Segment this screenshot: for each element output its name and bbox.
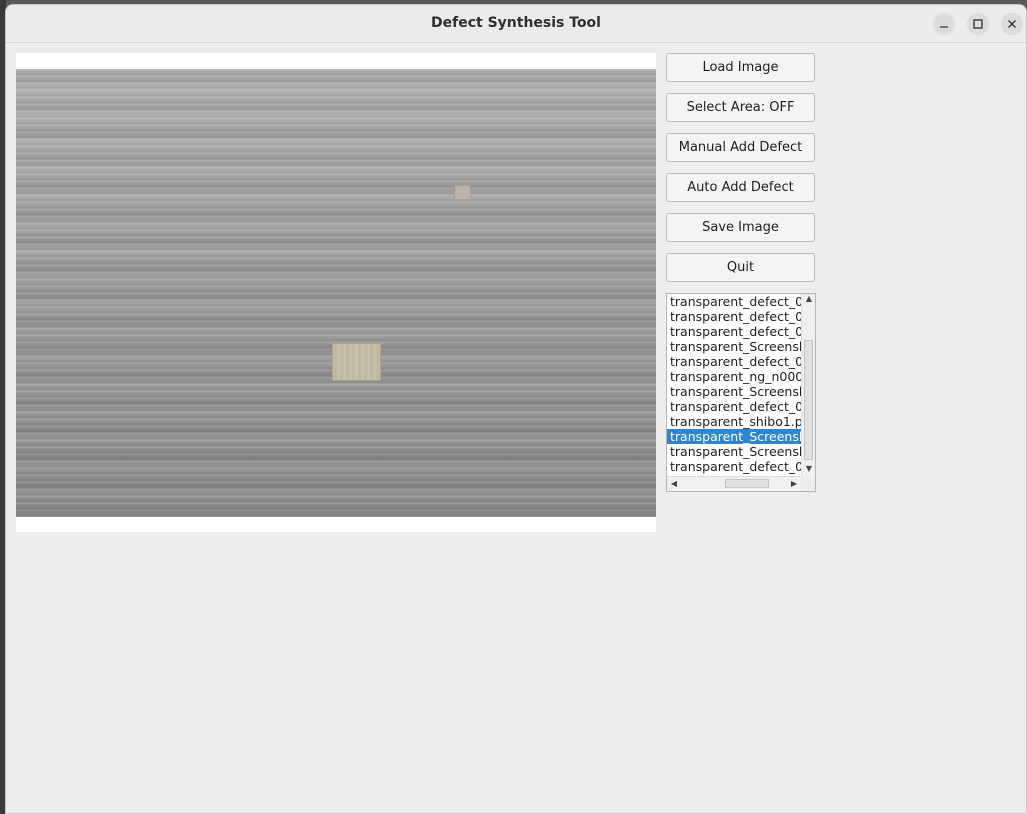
vertical-scroll-thumb[interactable] — [804, 340, 813, 460]
minimize-icon — [940, 26, 948, 28]
defect-patch — [454, 185, 471, 200]
list-item[interactable]: transparent_defect_01 — [667, 459, 801, 474]
list-item[interactable]: transparent_defect_03 — [667, 294, 801, 309]
title-bar[interactable]: Defect Synthesis Tool — [6, 5, 1026, 43]
scroll-right-arrow-icon[interactable]: ▶ — [787, 479, 801, 488]
maximize-button[interactable] — [967, 13, 989, 35]
load-image-button[interactable]: Load Image — [666, 53, 815, 82]
minimize-button[interactable] — [933, 13, 955, 35]
scroll-down-arrow-icon[interactable]: ▼ — [802, 464, 815, 473]
auto-add-defect-button[interactable]: Auto Add Defect — [666, 173, 815, 202]
list-item[interactable]: transparent_Screensh — [667, 384, 801, 399]
list-item[interactable]: transparent_Screensh — [667, 339, 801, 354]
scroll-up-arrow-icon[interactable]: ▲ — [802, 294, 815, 303]
list-item[interactable]: transparent_Screensh — [667, 444, 801, 459]
quit-button[interactable]: Quit — [666, 253, 815, 282]
vertical-scrollbar[interactable]: ▲ ▼ — [801, 294, 815, 476]
scroll-left-arrow-icon[interactable]: ◀ — [667, 479, 681, 488]
loaded-image[interactable] — [16, 69, 656, 517]
list-item[interactable]: transparent_defect_01 — [667, 309, 801, 324]
list-item[interactable]: transparent_defect_01 — [667, 324, 801, 339]
list-item[interactable]: transparent_defect_02 — [667, 354, 801, 369]
list-item-selected[interactable]: transparent_Screensh — [667, 429, 801, 444]
list-item[interactable]: transparent_shibo1.pn — [667, 414, 801, 429]
app-window: Defect Synthesis Tool Load Image Select … — [5, 4, 1027, 814]
horizontal-scrollbar[interactable]: ◀ ▶ — [667, 476, 801, 491]
list-item[interactable]: transparent_ng_n0000 — [667, 369, 801, 384]
defect-patch — [332, 343, 381, 381]
image-canvas[interactable] — [16, 53, 656, 532]
scrollbar-corner — [801, 476, 815, 491]
manual-add-defect-button[interactable]: Manual Add Defect — [666, 133, 815, 162]
horizontal-scroll-thumb[interactable] — [725, 479, 769, 488]
close-icon — [1008, 20, 1016, 28]
defect-file-list[interactable]: transparent_defect_03 transparent_defect… — [666, 293, 816, 492]
file-list-items: transparent_defect_03 transparent_defect… — [667, 294, 801, 476]
list-item[interactable]: transparent_defect_00 — [667, 399, 801, 414]
maximize-icon — [973, 19, 983, 29]
close-button[interactable] — [1001, 13, 1023, 35]
save-image-button[interactable]: Save Image — [666, 213, 815, 242]
select-area-toggle-button[interactable]: Select Area: OFF — [666, 93, 815, 122]
window-title: Defect Synthesis Tool — [431, 15, 601, 31]
